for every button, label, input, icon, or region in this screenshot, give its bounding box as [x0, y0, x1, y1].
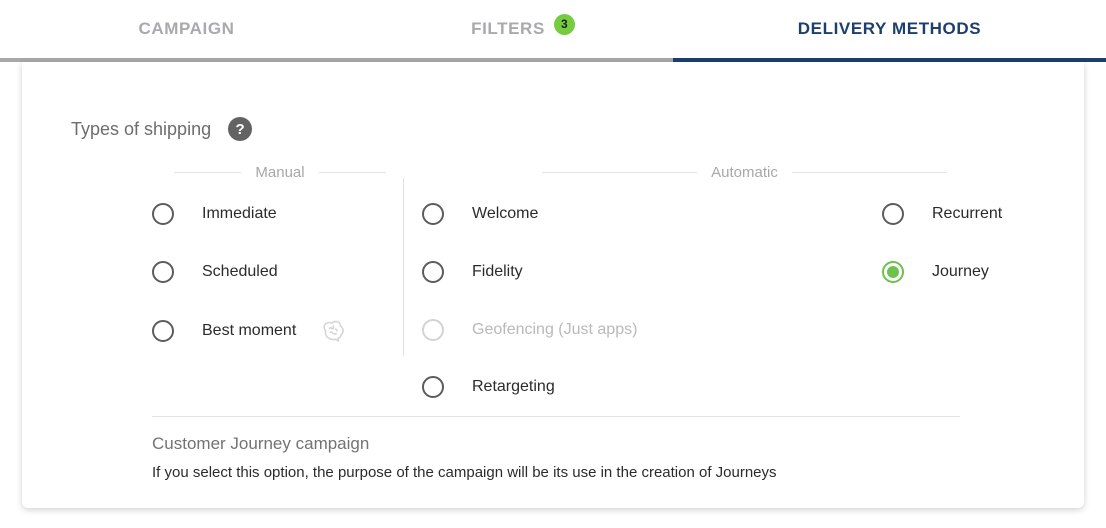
- footer-description: If you select this option, the purpose o…: [152, 464, 777, 481]
- group-header-automatic-label: Automatic: [711, 164, 778, 181]
- footer-title: Customer Journey campaign: [152, 434, 370, 453]
- tab-campaign-label: CAMPAIGN: [138, 19, 235, 38]
- radio-circle-selected-icon[interactable]: [882, 261, 904, 283]
- radio-circle-icon[interactable]: [882, 203, 904, 225]
- divider-line-left: [542, 172, 698, 173]
- radio-circle-icon: [422, 319, 444, 341]
- tab-bar: CAMPAIGN FILTERS 3 DELIVERY METHODS: [0, 0, 1106, 62]
- group-header-automatic: Automatic: [542, 164, 948, 181]
- filters-count-badge: 3: [553, 13, 575, 35]
- footer-divider: [152, 416, 960, 417]
- radio-option-recurrent[interactable]: Recurrent: [882, 203, 1002, 225]
- tab-filters-label: FILTERS: [471, 19, 545, 38]
- tab-campaign[interactable]: CAMPAIGN: [0, 0, 373, 58]
- divider-line-left: [174, 172, 242, 173]
- tab-delivery-methods[interactable]: DELIVERY METHODS: [673, 0, 1106, 58]
- brain-ai-icon: [320, 319, 346, 343]
- tab-delivery-methods-label: DELIVERY METHODS: [797, 19, 982, 38]
- radio-option-journey-label: Journey: [932, 263, 989, 280]
- radio-circle-icon[interactable]: [152, 261, 174, 283]
- divider-line-right: [791, 172, 948, 173]
- tab-list: CAMPAIGN FILTERS 3 DELIVERY METHODS: [0, 0, 1106, 58]
- radio-circle-icon[interactable]: [422, 203, 444, 225]
- tab-filters[interactable]: FILTERS 3: [373, 0, 673, 58]
- group-header-manual: Manual: [174, 164, 387, 181]
- radio-option-journey[interactable]: Journey: [882, 261, 989, 283]
- radio-option-retargeting-label: Retargeting: [472, 378, 555, 395]
- radio-option-best-moment[interactable]: Best moment: [152, 319, 346, 343]
- radio-circle-icon[interactable]: [152, 203, 174, 225]
- radio-circle-icon[interactable]: [422, 261, 444, 283]
- radio-option-immediate-label: Immediate: [202, 205, 277, 222]
- radio-option-scheduled-label: Scheduled: [202, 263, 278, 280]
- help-question-icon[interactable]: ?: [228, 117, 253, 141]
- radio-circle-icon[interactable]: [152, 320, 174, 342]
- group-header-manual-label: Manual: [255, 164, 305, 181]
- radio-option-fidelity-label: Fidelity: [472, 263, 523, 280]
- delivery-methods-card: Types of shipping ? Manual Automatic Imm…: [22, 62, 1084, 508]
- radio-option-fidelity[interactable]: Fidelity: [422, 261, 523, 283]
- radio-option-geofencing-label: Geofencing (Just apps): [472, 321, 638, 338]
- radio-option-geofencing: Geofencing (Just apps): [422, 319, 637, 341]
- radio-option-welcome[interactable]: Welcome: [422, 203, 538, 225]
- radio-option-immediate[interactable]: Immediate: [152, 203, 277, 225]
- radio-option-scheduled[interactable]: Scheduled: [152, 261, 278, 283]
- page-title: Types of shipping: [71, 118, 212, 139]
- radio-circle-icon[interactable]: [422, 376, 444, 398]
- radio-option-recurrent-label: Recurrent: [932, 205, 1003, 222]
- column-divider: [403, 178, 404, 356]
- radio-option-best-moment-label: Best moment: [202, 322, 297, 339]
- divider-line-right: [318, 172, 387, 173]
- radio-option-welcome-label: Welcome: [472, 205, 539, 222]
- radio-option-retargeting[interactable]: Retargeting: [422, 376, 555, 398]
- types-of-shipping-header: Types of shipping ?: [71, 117, 253, 141]
